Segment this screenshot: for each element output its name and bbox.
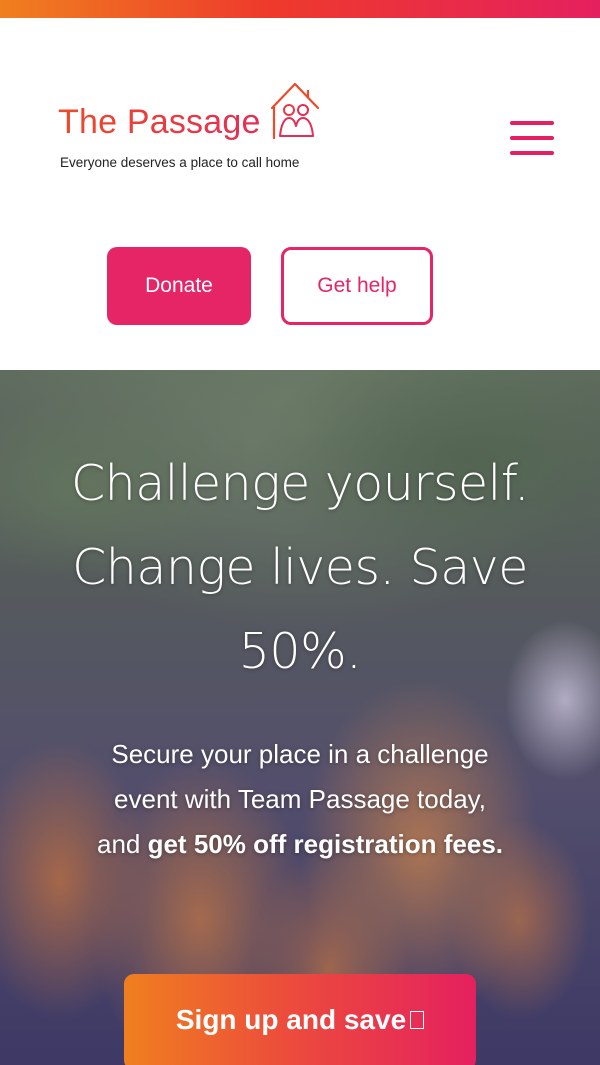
brand-gradient-bar xyxy=(0,0,600,18)
hero-title: Challenge yourself. Change lives. Save 5… xyxy=(70,455,530,680)
hamburger-menu-icon[interactable] xyxy=(507,119,555,159)
external-link-icon xyxy=(410,1011,425,1029)
donate-button[interactable]: Donate xyxy=(107,247,251,325)
house-people-icon xyxy=(270,82,320,140)
logo-wordmark: The Passage xyxy=(58,103,261,141)
hero-banner: Challenge yourself. Change lives. Save 5… xyxy=(0,370,600,1065)
logo-tagline: Everyone deserves a place to call home xyxy=(60,155,300,170)
site-header: The Passage Everyone deserves a place to… xyxy=(0,18,600,370)
cta-label: Sign up and save xyxy=(175,1004,407,1035)
hero-description-highlight: get 50% off registration fees. xyxy=(147,829,504,859)
hero-description: Secure your place in a challenge event w… xyxy=(90,732,510,867)
site-logo[interactable]: The Passage Everyone deserves a place to… xyxy=(58,78,328,188)
sign-up-and-save-button[interactable]: Sign up and save xyxy=(124,974,476,1065)
get-help-button[interactable]: Get help xyxy=(281,247,433,325)
